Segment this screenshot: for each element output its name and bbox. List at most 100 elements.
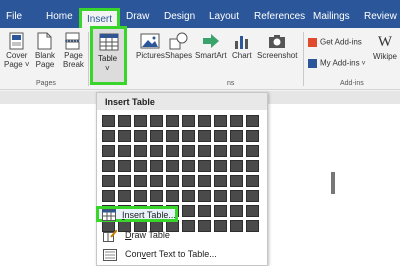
table-grid-cell[interactable] bbox=[214, 115, 227, 127]
table-grid-cell[interactable] bbox=[118, 130, 131, 142]
table-grid-cell[interactable] bbox=[134, 130, 147, 142]
table-grid-cell[interactable] bbox=[118, 160, 131, 172]
my-addins-button[interactable]: My Add-ins ˅ bbox=[308, 59, 366, 68]
table-grid-cell[interactable] bbox=[246, 190, 259, 202]
table-grid-cell[interactable] bbox=[214, 175, 227, 187]
tab-layout[interactable]: Layout bbox=[209, 11, 239, 22]
table-grid-cell[interactable] bbox=[102, 115, 115, 127]
table-grid-cell[interactable] bbox=[134, 160, 147, 172]
table-grid-cell[interactable] bbox=[150, 115, 163, 127]
tab-home[interactable]: Home bbox=[46, 11, 73, 22]
table-grid-cell[interactable] bbox=[182, 130, 195, 142]
insert-table-menu-item[interactable]: Insert Table... bbox=[96, 206, 178, 222]
tab-draw[interactable]: Draw bbox=[126, 11, 149, 22]
table-grid-cell[interactable] bbox=[182, 190, 195, 202]
table-grid-cell[interactable] bbox=[166, 175, 179, 187]
table-grid-cell[interactable] bbox=[118, 145, 131, 157]
table-grid-cell[interactable] bbox=[166, 115, 179, 127]
table-grid-cell[interactable] bbox=[182, 115, 195, 127]
table-grid-cell[interactable] bbox=[214, 130, 227, 142]
table-grid-cell[interactable] bbox=[102, 190, 115, 202]
table-grid-cell[interactable] bbox=[118, 190, 131, 202]
tab-mailings[interactable]: Mailings bbox=[313, 11, 350, 22]
table-grid-cell[interactable] bbox=[214, 190, 227, 202]
table-grid-cell[interactable] bbox=[230, 130, 243, 142]
document-page[interactable] bbox=[0, 104, 96, 266]
table-grid-cell[interactable] bbox=[150, 145, 163, 157]
title-bar bbox=[0, 0, 400, 8]
table-grid-cell[interactable] bbox=[198, 115, 211, 127]
table-grid-cell[interactable] bbox=[166, 145, 179, 157]
table-grid-cell[interactable] bbox=[198, 160, 211, 172]
get-addins-button[interactable]: Get Add-ins bbox=[308, 38, 362, 47]
convert-text-to-table-menu-item[interactable]: Convert Text to Table... bbox=[99, 246, 267, 262]
table-grid-cell[interactable] bbox=[182, 205, 195, 217]
table-grid-cell[interactable] bbox=[230, 175, 243, 187]
table-grid-cell[interactable] bbox=[230, 190, 243, 202]
chevron-down-icon: ˅ bbox=[105, 64, 110, 73]
wikipedia-icon: W bbox=[377, 34, 393, 50]
pictures-button[interactable]: Pictures bbox=[136, 32, 165, 61]
cover-page-button[interactable]: Cover Page ˅ bbox=[4, 32, 30, 70]
table-grid-cell[interactable] bbox=[134, 190, 147, 202]
tab-file[interactable]: File bbox=[6, 11, 22, 22]
table-grid-cell[interactable] bbox=[102, 160, 115, 172]
table-grid-cell[interactable] bbox=[182, 160, 195, 172]
tab-insert[interactable]: Insert bbox=[79, 8, 121, 28]
table-grid-cell[interactable] bbox=[166, 130, 179, 142]
tab-references[interactable]: References bbox=[254, 11, 305, 22]
insert-table-label: Insert Table... bbox=[122, 210, 176, 220]
chart-button[interactable]: Chart bbox=[232, 32, 252, 61]
table-grid-cell[interactable] bbox=[246, 115, 259, 127]
wikipedia-button[interactable]: W Wikipe bbox=[373, 34, 397, 61]
blank-page-icon bbox=[37, 32, 52, 50]
cover-page-label-2: Page ˅ bbox=[4, 59, 30, 69]
table-grid-cell[interactable] bbox=[166, 160, 179, 172]
shapes-button[interactable]: Shapes bbox=[165, 32, 192, 61]
draw-table-menu-item[interactable]: Draw Table bbox=[99, 227, 267, 243]
screenshot-button[interactable]: Screenshot bbox=[257, 32, 297, 61]
table-grid-cell[interactable] bbox=[182, 145, 195, 157]
table-grid-cell[interactable] bbox=[214, 205, 227, 217]
table-grid-cell[interactable] bbox=[198, 175, 211, 187]
table-grid-cell[interactable] bbox=[134, 145, 147, 157]
tab-review[interactable]: Review bbox=[364, 11, 397, 22]
table-grid-cell[interactable] bbox=[230, 145, 243, 157]
table-grid-cell[interactable] bbox=[150, 175, 163, 187]
table-grid-cell[interactable] bbox=[198, 130, 211, 142]
table-grid-cell[interactable] bbox=[230, 205, 243, 217]
page-break-button[interactable]: Page Break bbox=[63, 32, 84, 70]
screenshot-label: Screenshot bbox=[257, 51, 298, 60]
table-grid-cell[interactable] bbox=[102, 175, 115, 187]
table-grid-cell[interactable] bbox=[230, 160, 243, 172]
table-grid-cell[interactable] bbox=[182, 175, 195, 187]
table-grid-cell[interactable] bbox=[198, 205, 211, 217]
smartart-button[interactable]: SmartArt bbox=[195, 32, 227, 61]
tab-design[interactable]: Design bbox=[164, 11, 195, 22]
table-grid-cell[interactable] bbox=[246, 130, 259, 142]
table-grid-cell[interactable] bbox=[150, 190, 163, 202]
table-grid-cell[interactable] bbox=[118, 175, 131, 187]
table-grid-cell[interactable] bbox=[198, 145, 211, 157]
table-grid-cell[interactable] bbox=[230, 115, 243, 127]
table-grid-cell[interactable] bbox=[246, 175, 259, 187]
blank-page-button[interactable]: Blank Page bbox=[35, 32, 55, 70]
page-break-label-2: Break bbox=[63, 59, 84, 69]
table-grid-cell[interactable] bbox=[246, 205, 259, 217]
table-grid-cell[interactable] bbox=[246, 160, 259, 172]
cover-page-label: Cover bbox=[6, 51, 28, 60]
table-grid-cell[interactable] bbox=[246, 145, 259, 157]
table-grid-cell[interactable] bbox=[198, 190, 211, 202]
table-grid-cell[interactable] bbox=[102, 145, 115, 157]
table-grid-cell[interactable] bbox=[118, 115, 131, 127]
table-grid-cell[interactable] bbox=[214, 160, 227, 172]
table-grid-cell[interactable] bbox=[150, 160, 163, 172]
table-grid-cell[interactable] bbox=[214, 145, 227, 157]
chart-label: Chart bbox=[232, 51, 252, 60]
table-grid-cell[interactable] bbox=[166, 190, 179, 202]
table-grid-cell[interactable] bbox=[102, 130, 115, 142]
table-grid-cell[interactable] bbox=[134, 115, 147, 127]
table-grid-cell[interactable] bbox=[150, 130, 163, 142]
table-button[interactable]: Table ˅ bbox=[90, 26, 127, 85]
table-grid-cell[interactable] bbox=[134, 175, 147, 187]
